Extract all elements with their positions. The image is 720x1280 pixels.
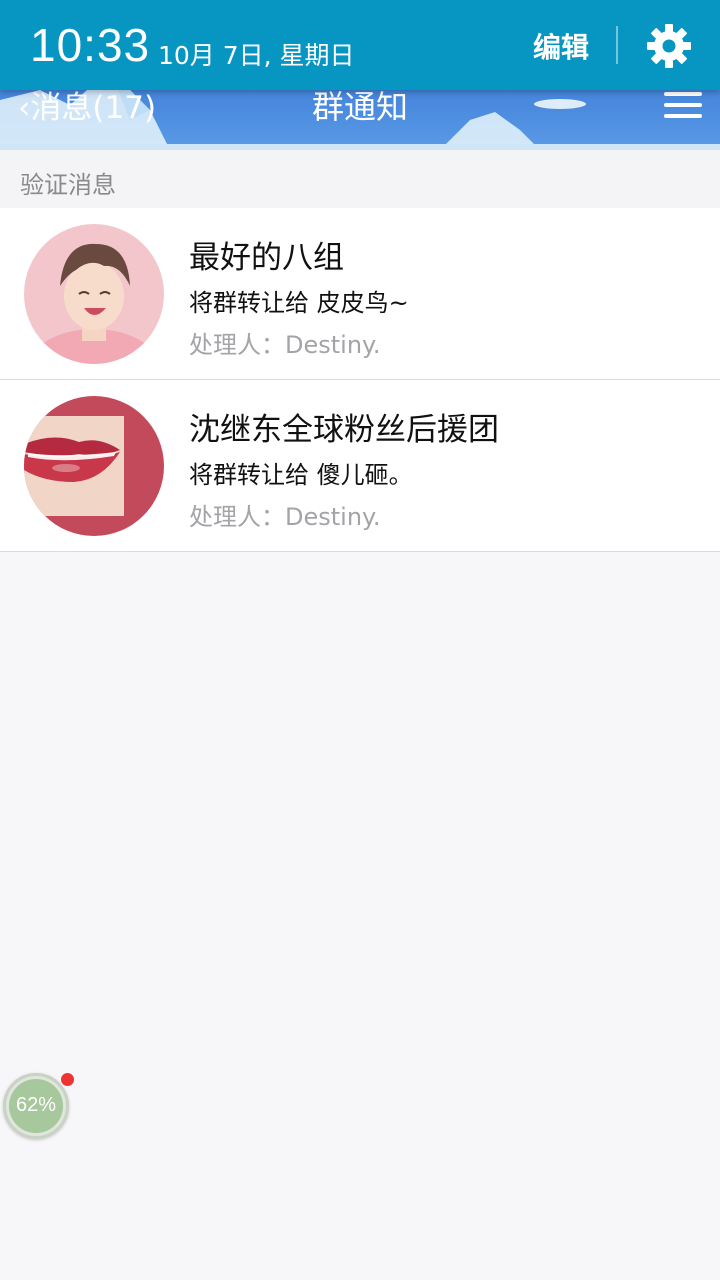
handler-label: 处理人：Destiny. bbox=[189, 503, 381, 531]
menu-icon[interactable] bbox=[664, 90, 704, 120]
handler-label: 处理人：Destiny. bbox=[189, 331, 381, 359]
gear-icon[interactable] bbox=[645, 22, 693, 70]
notification-shade: 10:33 10月 7日, 星期日 编辑 bbox=[0, 0, 720, 90]
floating-memory-widget[interactable]: 62% bbox=[3, 1073, 74, 1139]
notification-action: 将群转让给 傻儿砸。 bbox=[189, 461, 413, 489]
clock-time: 10:33 bbox=[30, 19, 151, 71]
section-label: 验证消息 bbox=[20, 171, 116, 199]
notification-list: 最好的八组 将群转让给 皮皮鸟~ 处理人：Destiny. 沈继东全球粉丝后援团… bbox=[0, 208, 720, 552]
shade-divider bbox=[616, 26, 618, 64]
group-name: 沈继东全球粉丝后援团 bbox=[189, 412, 499, 448]
memory-percent: 62% bbox=[15, 1094, 57, 1116]
list-item[interactable]: 沈继东全球粉丝后援团 将群转让给 傻儿砸。 处理人：Destiny. bbox=[0, 380, 720, 552]
clock-date: 10月 7日, 星期日 bbox=[158, 41, 355, 70]
list-item[interactable]: 最好的八组 将群转让给 皮皮鸟~ 处理人：Destiny. bbox=[0, 208, 720, 380]
edit-button[interactable]: 编辑 bbox=[533, 26, 589, 66]
notification-dot bbox=[61, 1073, 74, 1086]
group-avatar bbox=[24, 396, 164, 536]
group-avatar bbox=[24, 224, 164, 364]
group-name: 最好的八组 bbox=[189, 240, 344, 276]
notification-action: 将群转让给 皮皮鸟~ bbox=[189, 289, 409, 317]
section-header: 验证消息 bbox=[0, 150, 720, 208]
